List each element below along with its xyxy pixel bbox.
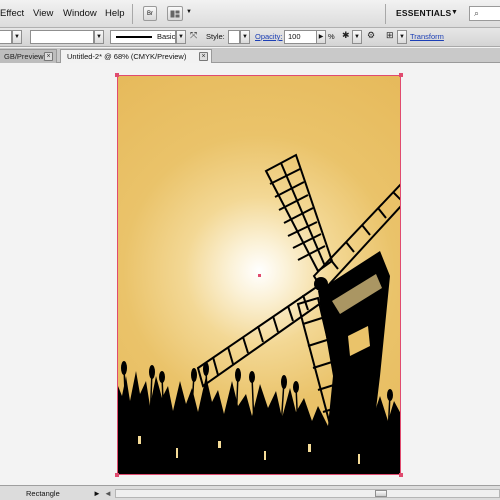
close-icon[interactable]: × [199,52,208,61]
artboard[interactable] [117,75,401,475]
stroke-options-icon[interactable]: ⤧ [190,30,197,41]
scroll-left-icon[interactable]: ◄ [104,489,112,498]
align-dropdown[interactable]: ▼ [397,30,407,44]
arrange-documents-button[interactable] [167,6,183,21]
arrange-dropdown-arrow-icon[interactable]: ▼ [186,9,192,15]
selection-handle[interactable] [115,473,119,477]
search-icon: ⌕ [474,8,480,18]
status-bar: Rectangle ► ◄ [0,485,500,500]
selection-handle[interactable] [399,73,403,77]
document-tab-bar: GB/Preview) × Untitled-2* @ 68% (CMYK/Pr… [0,48,500,63]
status-menu-arrow-icon[interactable]: ► [93,489,101,498]
menu-window[interactable]: Window [63,8,97,19]
bridge-button[interactable]: Br [143,6,157,21]
brush-dropdown[interactable]: ▼ [176,30,186,44]
close-icon[interactable]: × [44,52,53,61]
opacity-value: 100 [288,32,301,41]
brush-stroke-preview [116,36,152,38]
menubar-divider [132,4,133,24]
workspace-dropdown-icon[interactable]: ▼ [451,9,458,16]
scrollbar-thumb[interactable] [375,490,387,497]
selection-handle[interactable] [115,73,119,77]
menu-effect[interactable]: Effect [0,8,24,19]
opacity-input[interactable]: 100 [284,30,318,44]
recolor-dropdown[interactable]: ▼ [352,30,362,44]
current-tool-label: Rectangle [26,489,60,498]
tab-document-1[interactable]: GB/Preview) × [0,49,57,63]
artboard-center-point [258,274,261,277]
opacity-percent: % [328,32,335,41]
workspace-switcher[interactable]: ESSENTIALS [396,8,451,18]
transform-link[interactable]: Transform [410,32,444,41]
tab-document-2[interactable]: Untitled-2* @ 68% (CMYK/Preview) × [60,49,212,63]
control-panel: ▼ ▼ Basic ▼ ⤧ Style: ▼ Opacity: 100 ▶ % … [0,28,500,47]
tab-label: GB/Preview) [4,52,47,61]
canvas-area[interactable] [0,63,500,485]
style-label: Style: [206,32,225,41]
stroke-weight-field[interactable] [30,30,94,44]
search-input[interactable]: ⌕ [469,6,500,21]
menubar: Effect View Window Help Br ▼ ESSENTIALS … [0,0,500,28]
horizontal-scrollbar[interactable] [115,489,500,498]
graphic-style-dropdown[interactable]: ▼ [240,30,250,44]
graphic-style-swatch[interactable] [228,30,240,44]
stroke-swatch[interactable] [0,30,12,44]
recolor-icon[interactable]: ✱ [342,30,350,41]
stroke-weight-dropdown[interactable]: ▼ [94,30,104,44]
menubar-divider [385,4,386,24]
tab-label: Untitled-2* @ 68% (CMYK/Preview) [67,52,187,61]
brush-label: Basic [157,32,176,41]
opacity-link[interactable]: Opacity: [255,32,283,41]
document-setup-icon[interactable]: ⚙ [367,30,375,41]
menu-help[interactable]: Help [105,8,125,19]
stroke-dropdown[interactable]: ▼ [12,30,22,44]
arrange-documents-icon [170,10,180,17]
menu-view[interactable]: View [33,8,53,19]
align-icon[interactable]: ⊞ [386,30,394,41]
opacity-dropdown[interactable]: ▶ [316,30,326,44]
selection-handle[interactable] [399,473,403,477]
bridge-button-label: Br [147,10,153,17]
